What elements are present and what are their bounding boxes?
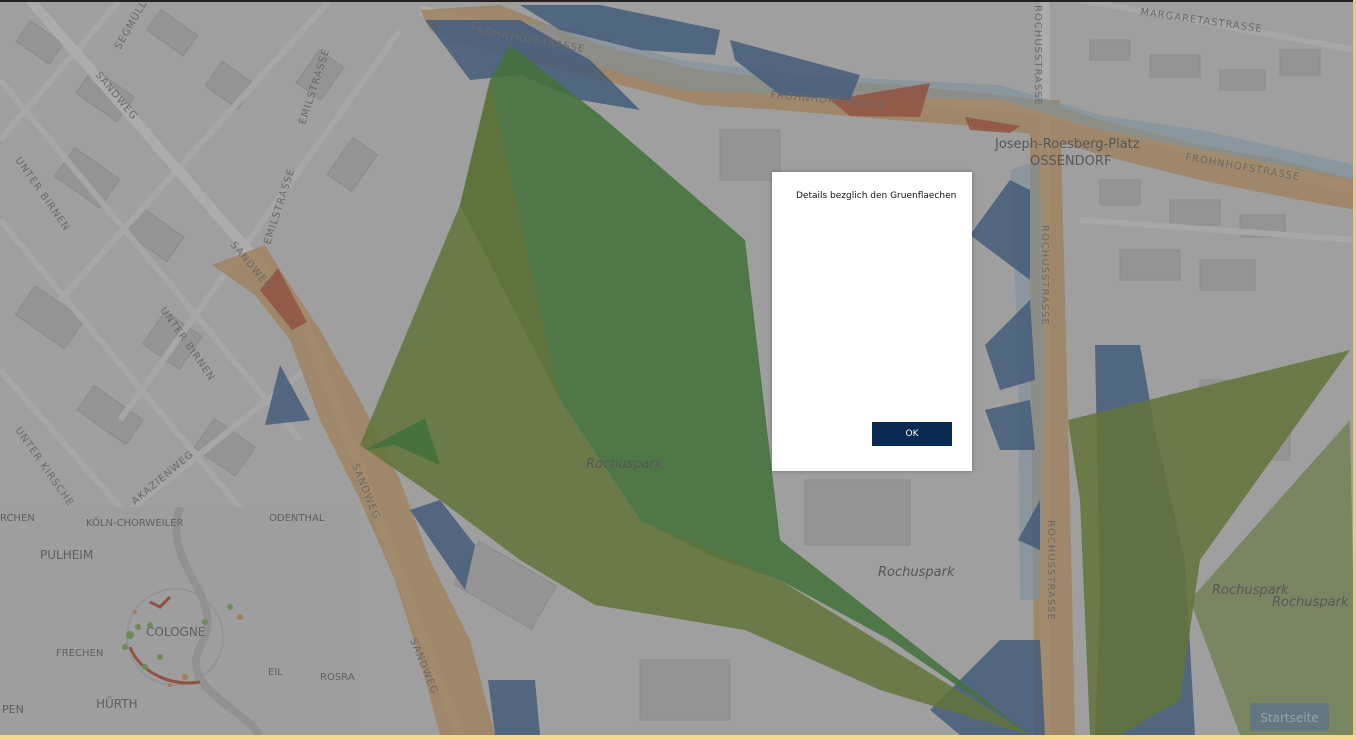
ok-button[interactable]: OK — [872, 422, 952, 446]
modal-backdrop — [0, 0, 1356, 740]
top-border — [0, 0, 1356, 2]
details-dialog: Details bezglich den Gruenflaechen OK — [772, 172, 972, 471]
dialog-title: Details bezglich den Gruenflaechen — [796, 191, 957, 201]
bottom-border — [0, 735, 1356, 740]
